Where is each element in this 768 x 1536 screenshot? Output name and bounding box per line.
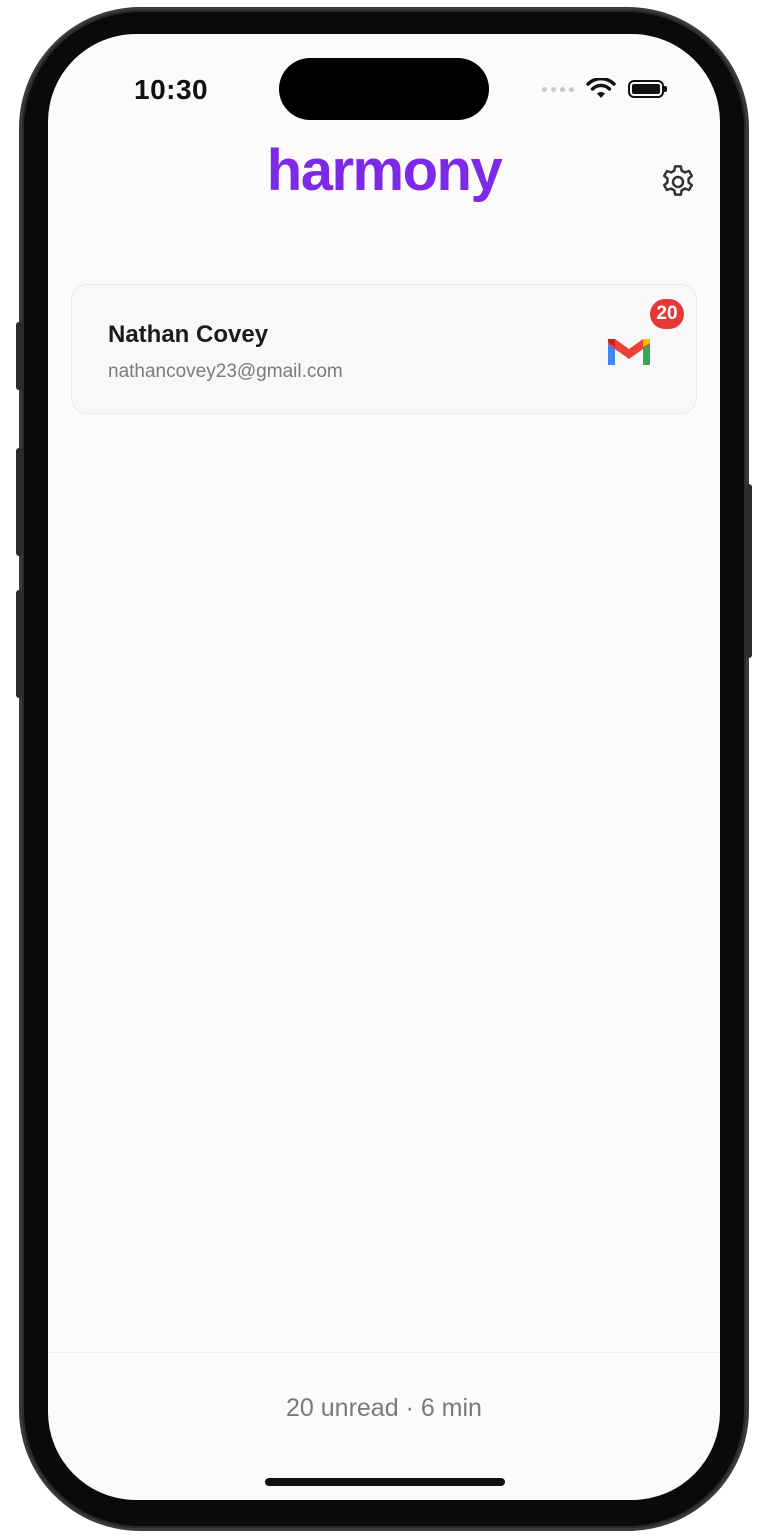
- volume-down-button: [16, 590, 22, 698]
- power-button: [746, 484, 752, 658]
- footer-divider: [48, 1352, 720, 1353]
- cellular-signal-icon: [542, 86, 574, 92]
- wifi-icon: [586, 78, 616, 98]
- app-screen: 10:30 harmony Nathan Covey nathancovey23…: [48, 34, 720, 1500]
- gmail-icon: [608, 339, 650, 365]
- battery-icon: [628, 80, 667, 98]
- harmony-logo: harmony: [266, 138, 503, 203]
- unread-count-badge: 20: [648, 297, 686, 331]
- volume-up-button: [16, 448, 22, 556]
- account-name: Nathan Covey: [108, 321, 269, 348]
- dynamic-island: [279, 58, 489, 120]
- status-indicators: [542, 78, 667, 100]
- settings-button[interactable]: [658, 162, 698, 202]
- account-email: nathancovey23@gmail.com: [108, 361, 343, 382]
- unread-summary: 20 unread · 6 min: [286, 1394, 482, 1422]
- gear-icon: [662, 165, 694, 196]
- status-time: 10:30: [134, 74, 209, 105]
- action-button: [16, 322, 22, 390]
- home-indicator[interactable]: [265, 1478, 505, 1486]
- account-card[interactable]: Nathan Covey nathancovey23@gmail.com 20: [71, 284, 697, 414]
